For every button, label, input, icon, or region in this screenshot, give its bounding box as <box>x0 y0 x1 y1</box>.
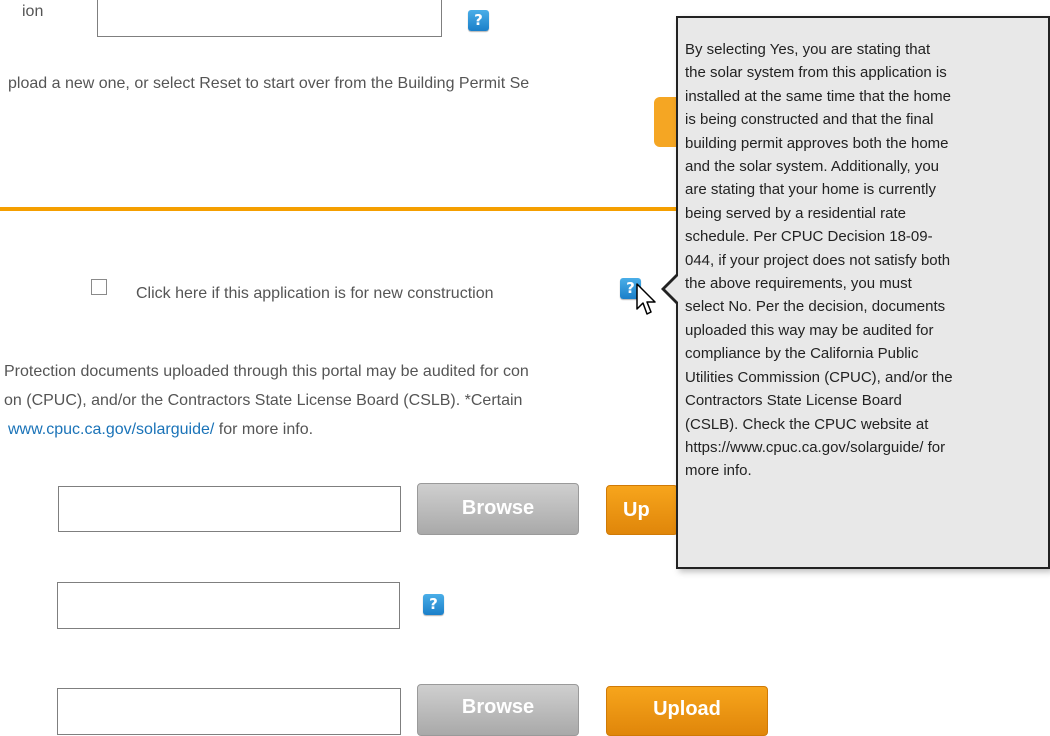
cpuc-solarguide-link[interactable]: www.cpuc.ca.gov/solarguide/ <box>8 421 214 438</box>
upload-instruction-text: pload a new one, or select Reset to star… <box>8 75 530 92</box>
browse-button-3[interactable]: Browse <box>417 684 579 736</box>
notice-suffix: for more info. <box>214 421 314 438</box>
tooltip-line: https://www.cpuc.ca.gov/solarguide/ for <box>685 438 946 456</box>
notice-text-line2: on (CPUC), and/or the Contractors State … <box>4 392 523 409</box>
top-text-field[interactable] <box>97 0 442 37</box>
text-field-2[interactable] <box>57 582 400 629</box>
browse-button-1[interactable]: Browse <box>417 483 579 535</box>
mouse-cursor-icon <box>636 283 656 315</box>
tooltip-line: more info. <box>685 462 752 480</box>
tooltip-line: the above requirements, you must <box>685 275 912 293</box>
help-icon-2[interactable]: ? <box>423 594 444 615</box>
tooltip-line: 044, if your project does not satisfy bo… <box>685 251 951 269</box>
tooltip-line: building permit approves both the home <box>685 134 949 152</box>
tooltip-line: uploaded this way may be audited for <box>685 321 934 339</box>
tooltip-line: being served by a residential rate <box>685 204 906 222</box>
tooltip-line: and the solar system. Additionally, you <box>685 158 940 176</box>
tooltip-line: select No. Per the decision, documents <box>685 298 946 316</box>
notice-text-line1: Protection documents uploaded through th… <box>4 363 529 380</box>
tooltip-line: compliance by the California Public <box>685 345 919 363</box>
notice-text-line3: www.cpuc.ca.gov/solarguide/ for more inf… <box>8 420 313 440</box>
tooltip-line: are stating that your home is currently <box>685 181 936 199</box>
field-label-fragment: ion <box>22 3 44 20</box>
upload-button-1[interactable]: Up <box>606 485 678 535</box>
help-icon[interactable]: ? <box>468 10 489 31</box>
tooltip-body: By selecting Yes, you are stating that t… <box>685 38 1036 483</box>
tooltip-line: (CSLB). Check the CPUC website at <box>685 415 929 433</box>
new-construction-label: Click here if this application is for ne… <box>136 285 494 302</box>
tooltip-line: By selecting Yes, you are stating that <box>685 41 931 58</box>
upload-button-3[interactable]: Upload <box>606 686 768 736</box>
file-path-input-3[interactable] <box>57 688 401 735</box>
section-divider <box>0 207 678 211</box>
tooltip-line: schedule. Per CPUC Decision 18-09- <box>685 228 933 246</box>
tooltip-pointer-fill <box>665 276 678 302</box>
tooltip-line: is being constructed and that the final <box>685 111 934 129</box>
new-construction-checkbox[interactable] <box>91 279 107 295</box>
tooltip-line: the solar system from this application i… <box>685 64 947 82</box>
help-tooltip: By selecting Yes, you are stating that t… <box>676 16 1050 569</box>
tooltip-line: Utilities Commission (CPUC), and/or the <box>685 368 953 386</box>
file-path-input-1[interactable] <box>58 486 401 532</box>
tooltip-line: installed at the same time that the home <box>685 87 951 105</box>
tooltip-line: Contractors State License Board <box>685 392 902 410</box>
